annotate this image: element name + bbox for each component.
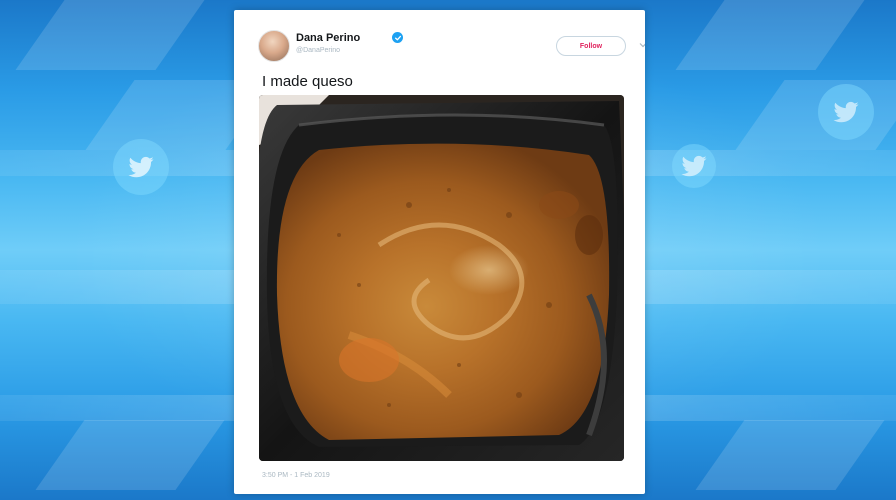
tweet-timestamp[interactable]: 3:50 PM - 1 Feb 2019 [262,472,330,479]
verified-badge-icon [392,32,403,43]
author-handle[interactable]: @DanaPerino [296,47,340,54]
author-display-name[interactable]: Dana Perino [296,32,360,44]
background: Dana Perino @DanaPerino Follow I made qu… [0,0,896,500]
tweet-header: Dana Perino @DanaPerino Follow [258,30,645,70]
tweet-photo[interactable] [259,95,624,461]
background-chevron [675,0,865,70]
background-chevron [35,420,225,490]
twitter-bird-icon [113,139,169,195]
avatar[interactable] [258,30,290,62]
tweet-card: Dana Perino @DanaPerino Follow I made qu… [234,10,645,494]
twitter-bird-icon [672,144,716,188]
background-chevron [15,0,205,70]
queso-photo [259,95,624,461]
twitter-bird-icon [818,84,874,140]
tweet-text: I made queso [262,73,353,90]
background-chevron [695,420,885,490]
follow-button[interactable]: Follow [556,36,626,56]
chevron-down-icon[interactable] [638,40,645,50]
